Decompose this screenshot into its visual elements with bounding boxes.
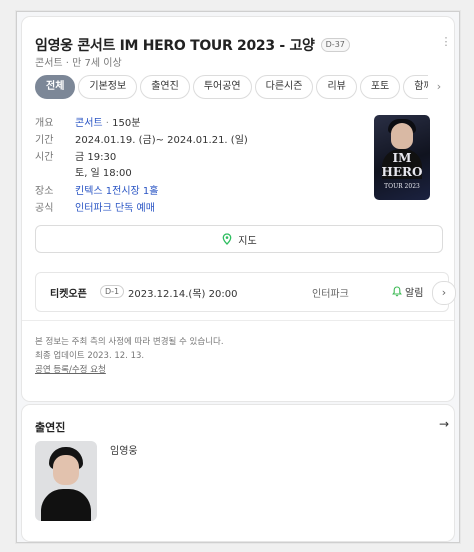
- tab-tour[interactable]: 투어공연: [192, 75, 252, 99]
- more-options-icon[interactable]: ⋮: [440, 35, 452, 48]
- ticket-open-box: 티켓오픈 D-1 2023.12.14.(목) 20:00 인터파크 알림 ›: [35, 272, 456, 312]
- tab-cast[interactable]: 출연진: [140, 75, 190, 99]
- photo-body: [41, 489, 91, 521]
- divider: [22, 320, 454, 321]
- dday-badge: D-37: [320, 38, 350, 52]
- info-key: 시간: [35, 152, 54, 163]
- info-value: 콘서트 · 150분: [75, 114, 140, 129]
- info-key: 장소: [35, 186, 54, 197]
- genre-link[interactable]: 콘서트: [75, 118, 103, 129]
- poster-image[interactable]: IM HERO TOUR 2023: [374, 115, 430, 200]
- cast-card: 출연진 → 임영웅: [21, 404, 455, 542]
- arrow-right-icon[interactable]: →: [436, 417, 452, 431]
- performance-info-card: 임영웅 콘서트 IM HERO TOUR 2023 - 고양 D-37 ⋮ 콘서…: [21, 16, 456, 402]
- poster-text-tour: TOUR 2023: [384, 183, 420, 190]
- app-frame: 임영웅 콘서트 IM HERO TOUR 2023 - 고양 D-37 ⋮ 콘서…: [16, 11, 460, 543]
- cast-member-name[interactable]: 임영웅: [110, 442, 138, 457]
- info-notice: 본 정보는 주최 측의 사정에 따라 변경될 수 있습니다.: [35, 337, 224, 347]
- bell-icon: [392, 286, 402, 297]
- chevron-right-icon[interactable]: ›: [432, 281, 456, 305]
- tab-other-seasons[interactable]: 다른시즌: [254, 75, 314, 99]
- tabs-scroll-right-icon[interactable]: ›: [428, 75, 450, 99]
- time-value-line1: 금 19:30: [75, 152, 117, 163]
- photo-face: [53, 455, 79, 485]
- cast-member-photo[interactable]: [35, 441, 97, 521]
- tab-basic-info[interactable]: 기본정보: [78, 75, 138, 99]
- alarm-label: 알림: [405, 288, 424, 299]
- poster-text-im: IM: [392, 151, 412, 165]
- time-value-line2: 토, 일 18:00: [75, 168, 132, 179]
- map-pin-icon: [222, 233, 232, 245]
- info-key: 공식: [35, 203, 54, 214]
- tab-reviews[interactable]: 리뷰: [316, 75, 357, 99]
- map-button-label: 지도: [238, 235, 257, 247]
- map-button[interactable]: 지도: [35, 225, 443, 253]
- runtime: 150분: [112, 118, 141, 129]
- tab-photos[interactable]: 포토: [359, 75, 401, 99]
- ticket-dday-badge: D-1: [100, 285, 125, 298]
- ticket-open-label: 티켓오픈: [50, 289, 87, 300]
- ticket-open-datetime: 2023.12.14.(목) 20:00: [128, 289, 238, 300]
- poster-text-hero: HERO: [381, 165, 423, 179]
- title-row: 임영웅 콘서트 IM HERO TOUR 2023 - 고양 D-37: [35, 35, 350, 55]
- subtitle: 콘서트 · 만 7세 이상: [35, 58, 122, 69]
- last-updated: 최종 업데이트 2023. 12. 13.: [35, 351, 145, 361]
- tab-all[interactable]: 전체: [35, 75, 76, 99]
- edit-request-link[interactable]: 공연 등록/수정 요청: [35, 363, 106, 375]
- period-value: 2024.01.19. (금)~ 2024.01.21. (일): [75, 135, 248, 146]
- official-link[interactable]: 인터파크 단독 예매: [75, 199, 155, 214]
- ticket-vendor[interactable]: 인터파크: [312, 285, 349, 300]
- info-key: 개요: [35, 118, 54, 129]
- page-title: 임영웅 콘서트 IM HERO TOUR 2023 - 고양: [35, 38, 315, 54]
- venue-link[interactable]: 킨텍스 1전시장 1홀: [75, 182, 158, 197]
- cast-section-title: 출연진: [35, 421, 66, 434]
- alarm-button[interactable]: 알림: [392, 284, 423, 299]
- poster-face: [391, 123, 413, 149]
- info-key: 기간: [35, 135, 54, 146]
- tab-bar: 전체 기본정보 출연진 투어공연 다른시즌 리뷰 포토 함께: [35, 75, 453, 99]
